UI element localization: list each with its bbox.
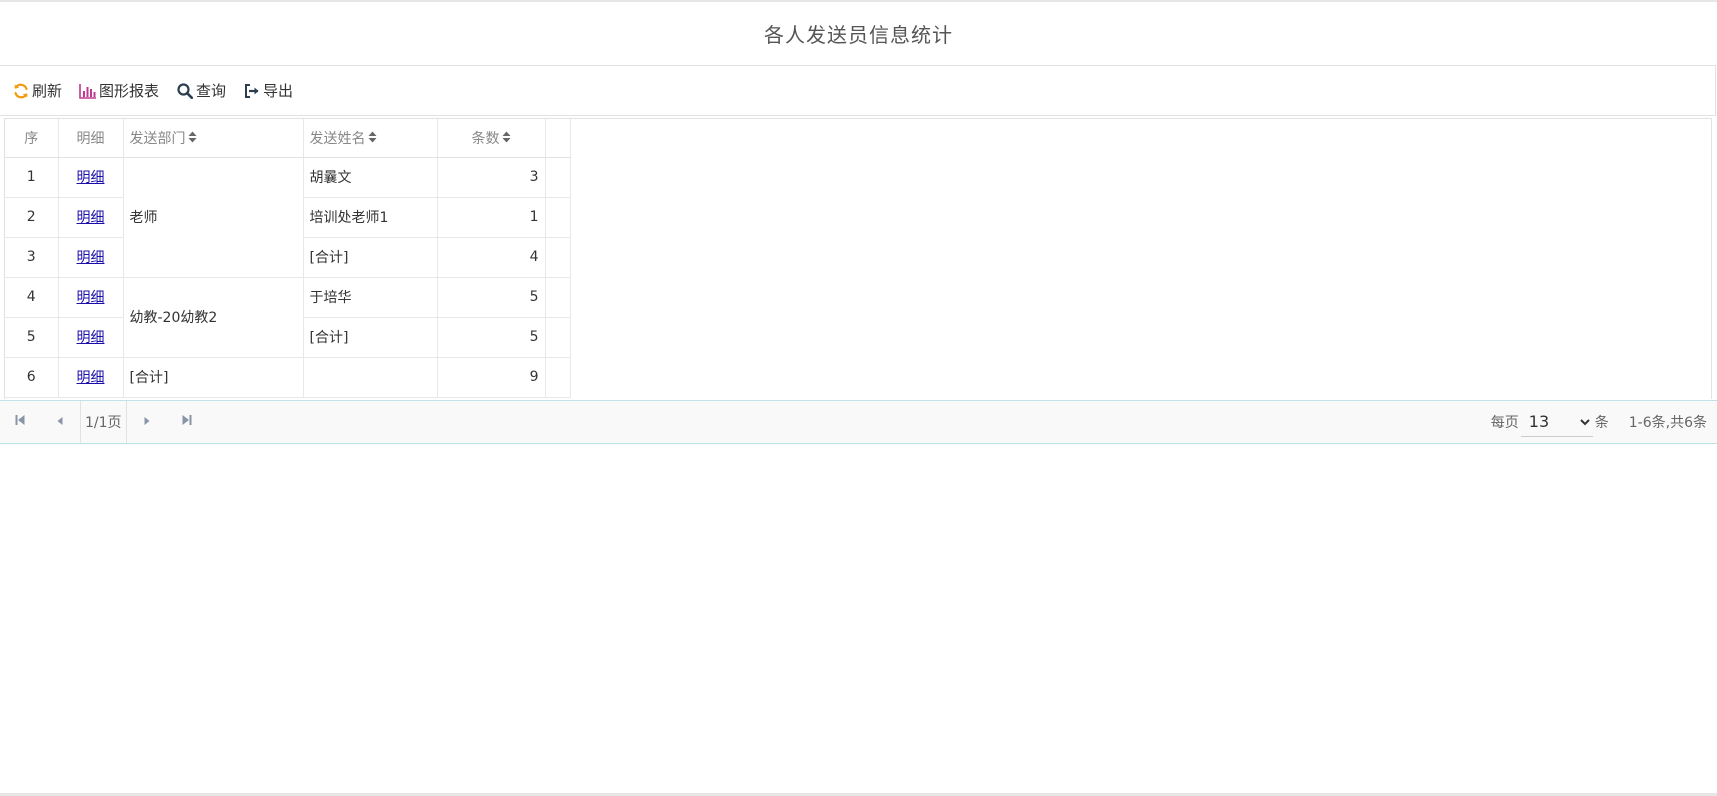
- pager-right: 每页 13 条 1-6条,共6条: [1491, 407, 1717, 437]
- table-row: 4 明细 幼教-20幼教2 于培华 5: [5, 277, 571, 358]
- chart-report-button[interactable]: 图形报表: [79, 80, 159, 101]
- prev-page-icon: [56, 414, 64, 430]
- cell-department: 幼教-20幼教2: [123, 277, 304, 358]
- cell-index: 4: [5, 277, 59, 318]
- detail-link[interactable]: 明细: [77, 370, 105, 386]
- first-page-icon: [14, 414, 26, 430]
- next-page-icon: [143, 414, 151, 430]
- detail-link[interactable]: 明细: [77, 210, 105, 226]
- col-header-department-label: 发送部门: [129, 130, 186, 147]
- cell-count: 4: [437, 237, 546, 278]
- refresh-button[interactable]: 刷新: [12, 80, 62, 101]
- cell-detail: 明细: [58, 237, 124, 278]
- cell-sender: 于培华: [303, 277, 438, 318]
- page-indicator: 1/1页: [81, 401, 127, 443]
- cell-index: 3: [5, 237, 59, 278]
- col-header-spacer: [545, 119, 571, 158]
- data-table: 序 明细 发送部门 发送姓名 条数 1 明细 老师 胡曩文 3 2 明细 培训处…: [5, 119, 571, 398]
- cell-spacer: [545, 317, 571, 358]
- cell-spacer: [545, 277, 571, 318]
- per-page-select[interactable]: 13: [1520, 407, 1593, 437]
- page: 各人发送员信息统计 刷新 图形报表 查询 导出 序 明细 发送部门 发送姓名 条…: [0, 0, 1717, 796]
- bar-chart-icon: [79, 82, 97, 100]
- cell-detail: 明细: [58, 317, 124, 358]
- search-label: 查询: [196, 82, 227, 100]
- refresh-label: 刷新: [32, 82, 63, 100]
- cell-count: 1: [437, 197, 546, 238]
- col-header-detail: 明细: [58, 119, 124, 158]
- search-icon: [176, 82, 194, 100]
- last-page-button[interactable]: [167, 401, 207, 443]
- col-header-count[interactable]: 条数: [437, 119, 546, 158]
- per-page-prefix: 每页: [1490, 415, 1519, 431]
- cell-count: 3: [437, 157, 546, 198]
- next-page-button[interactable]: [127, 401, 167, 443]
- sort-icon[interactable]: [502, 131, 511, 147]
- cell-index: 5: [5, 317, 59, 358]
- per-page-suffix: 条: [1594, 415, 1609, 431]
- first-page-button[interactable]: [0, 401, 40, 443]
- cell-spacer: [545, 357, 571, 398]
- last-page-icon: [181, 414, 193, 430]
- cell-spacer: [545, 197, 571, 238]
- cell-detail: 明细: [58, 277, 124, 318]
- col-header-sender-label: 发送姓名: [309, 130, 366, 147]
- data-grid: 序 明细 发送部门 发送姓名 条数 1 明细 老师 胡曩文 3 2 明细 培训处…: [4, 118, 1712, 399]
- col-header-index: 序: [5, 119, 59, 158]
- cell-detail: 明细: [58, 197, 124, 238]
- page-title: 各人发送员信息统计: [0, 2, 1717, 65]
- col-header-department[interactable]: 发送部门: [123, 119, 304, 158]
- cell-count: 5: [437, 277, 546, 318]
- detail-link[interactable]: 明细: [77, 170, 105, 186]
- table-row: 6 明细 [合计] 9: [5, 357, 571, 398]
- cell-detail: 明细: [58, 357, 124, 398]
- cell-spacer: [545, 237, 571, 278]
- search-button[interactable]: 查询: [176, 80, 226, 101]
- detail-link[interactable]: 明细: [77, 330, 105, 346]
- cell-sender: [合计]: [303, 317, 438, 358]
- pagination-bar: 1/1页 每页 13 条 1-6条,共6条: [0, 400, 1717, 444]
- cell-department: [合计]: [123, 357, 304, 398]
- chart-report-label: 图形报表: [99, 82, 160, 100]
- detail-link[interactable]: 明细: [77, 250, 105, 266]
- refresh-icon: [12, 82, 30, 100]
- export-button[interactable]: 导出: [243, 80, 293, 101]
- detail-link[interactable]: 明细: [77, 290, 105, 306]
- prev-page-button[interactable]: [40, 401, 80, 443]
- sort-icon[interactable]: [188, 131, 197, 147]
- cell-index: 2: [5, 197, 59, 238]
- cell-department: 老师: [123, 157, 304, 278]
- record-summary: 1-6条,共6条: [1628, 415, 1707, 431]
- header-row: 序 明细 发送部门 发送姓名 条数: [5, 119, 571, 158]
- cell-sender: [303, 357, 438, 398]
- col-header-count-label: 条数: [471, 130, 500, 147]
- cell-index: 1: [5, 157, 59, 198]
- cell-count: 9: [437, 357, 546, 398]
- toolbar: 刷新 图形报表 查询 导出: [0, 65, 1716, 116]
- cell-index: 6: [5, 357, 59, 398]
- cell-count: 5: [437, 317, 546, 358]
- export-label: 导出: [263, 82, 294, 100]
- col-header-sender[interactable]: 发送姓名: [303, 119, 438, 158]
- page-title-text: 各人发送员信息统计: [764, 23, 953, 47]
- cell-sender: [合计]: [303, 237, 438, 278]
- cell-sender: 胡曩文: [303, 157, 438, 198]
- table-row: 1 明细 老师 胡曩文 3: [5, 157, 571, 278]
- cell-detail: 明细: [58, 157, 124, 198]
- cell-sender: 培训处老师1: [303, 197, 438, 238]
- export-icon: [243, 82, 261, 100]
- sort-icon[interactable]: [368, 131, 377, 147]
- cell-spacer: [545, 157, 571, 198]
